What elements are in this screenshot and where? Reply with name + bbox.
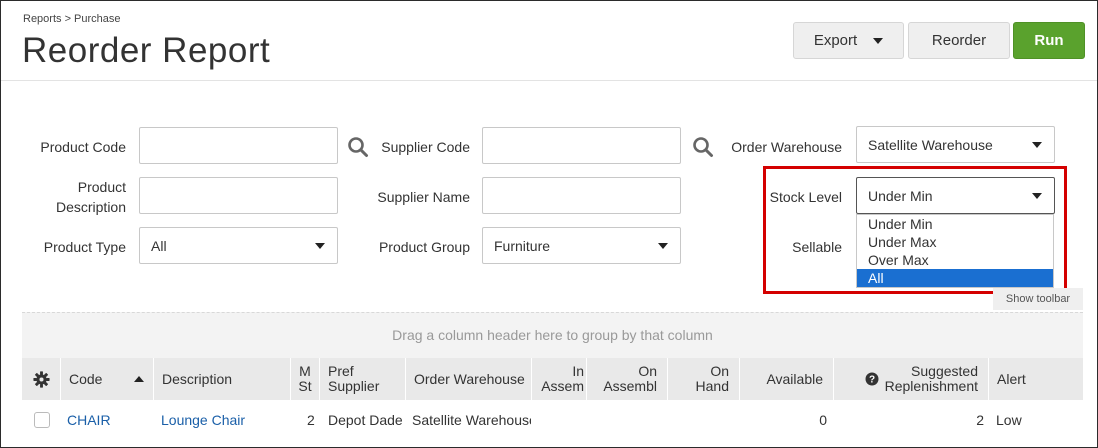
column-suggested-line1: Suggested (911, 363, 978, 379)
gear-icon[interactable] (32, 370, 50, 388)
column-on-hand-line1: On (710, 363, 729, 379)
column-header-alert[interactable]: Alert (988, 358, 1083, 400)
svg-text:?: ? (869, 375, 875, 386)
row-suggested-replenishment: 2 (976, 412, 984, 428)
run-button[interactable]: Run (1013, 22, 1085, 59)
column-header-min-stock[interactable]: M St (290, 358, 319, 400)
column-header-description[interactable]: Description (153, 358, 290, 400)
page-title: Reorder Report (22, 31, 271, 70)
supplier-name-input[interactable] (482, 177, 681, 214)
chevron-down-icon (658, 243, 668, 249)
product-description-label: Product Description (20, 177, 126, 217)
chevron-down-icon (1032, 142, 1042, 148)
column-on-hand-line2: Hand (695, 378, 729, 394)
column-in-assembly-line2: Assem (541, 378, 584, 394)
row-min-stock: 2 (307, 412, 315, 428)
column-header-suggested-replenishment[interactable]: ? Suggested Replenishment (833, 358, 988, 400)
product-code-label: Product Code (40, 139, 126, 155)
product-group-select[interactable]: Furniture (482, 227, 681, 264)
product-description-input[interactable] (139, 177, 338, 214)
supplier-code-label: Supplier Code (381, 139, 470, 155)
supplier-code-input[interactable] (482, 127, 681, 164)
product-description-label-line1: Product (77, 179, 126, 195)
order-warehouse-select[interactable]: Satellite Warehouse (856, 126, 1055, 163)
column-header-on-assembly[interactable]: On Assembl (586, 358, 667, 400)
row-alert: Low (996, 412, 1022, 428)
reorder-button[interactable]: Reorder (908, 22, 1010, 59)
column-header-on-hand[interactable]: On Hand (667, 358, 739, 400)
column-header-order-warehouse[interactable]: Order Warehouse (405, 358, 531, 400)
order-warehouse-label: Order Warehouse (731, 139, 842, 155)
column-on-assembly-line1: On (638, 363, 657, 379)
column-pref-supplier-line2: Supplier (328, 378, 380, 394)
column-on-assembly-line2: Assembl (603, 378, 657, 394)
row-pref-supplier: Depot Dade (328, 412, 403, 428)
chevron-down-icon (873, 37, 884, 44)
column-suggested-line2: Replenishment (884, 378, 978, 394)
row-checkbox[interactable] (34, 412, 50, 428)
chevron-down-icon (315, 243, 325, 249)
export-label: Export (813, 32, 858, 49)
product-code-input[interactable] (139, 127, 338, 164)
help-icon[interactable]: ? (865, 372, 879, 386)
row-order-warehouse: Satellite Warehouse (412, 412, 531, 428)
sort-ascending-icon (134, 376, 144, 382)
group-by-drop-zone[interactable]: Drag a column header here to group by th… (22, 312, 1083, 358)
column-header-pref-supplier[interactable]: Pref Supplier (319, 358, 405, 400)
search-icon[interactable] (692, 136, 714, 158)
product-type-label: Product Type (43, 239, 126, 255)
row-description-link[interactable]: Lounge Chair (161, 402, 245, 438)
table-row[interactable]: CHAIR Lounge Chair 2 Depot Dade Satellit… (22, 402, 1083, 438)
highlight-annotation-box (763, 166, 1067, 294)
row-available: 0 (819, 412, 827, 428)
product-type-value: All (151, 237, 167, 254)
column-min-stock-line1: M (299, 363, 311, 379)
header-divider (1, 80, 1097, 81)
grid-header: Code Description M St Pref Supplier Order … (22, 358, 1083, 400)
export-button[interactable]: Export (793, 22, 904, 59)
row-code-link[interactable]: CHAIR (67, 402, 111, 438)
column-code-label: Code (69, 370, 103, 387)
column-header-available[interactable]: Available (739, 358, 833, 400)
order-warehouse-value: Satellite Warehouse (868, 136, 993, 153)
show-toolbar-button[interactable]: Show toolbar (993, 288, 1083, 310)
supplier-name-label: Supplier Name (377, 189, 470, 205)
column-header-in-assembly[interactable]: In Assem (531, 358, 586, 400)
breadcrumb[interactable]: Reports > Purchase (23, 13, 121, 25)
product-group-value: Furniture (494, 237, 551, 254)
column-in-assembly-line1: In (572, 363, 584, 379)
column-settings[interactable] (22, 358, 60, 400)
search-icon[interactable] (347, 136, 369, 158)
column-header-code[interactable]: Code (60, 358, 153, 400)
product-description-label-line2: Description (55, 199, 126, 215)
group-hint-text: Drag a column header here to group by th… (392, 327, 713, 343)
column-pref-supplier-line1: Pref (328, 363, 354, 379)
column-min-stock-line2: St (298, 378, 312, 394)
product-group-label: Product Group (378, 239, 470, 255)
product-type-select[interactable]: All (139, 227, 338, 264)
